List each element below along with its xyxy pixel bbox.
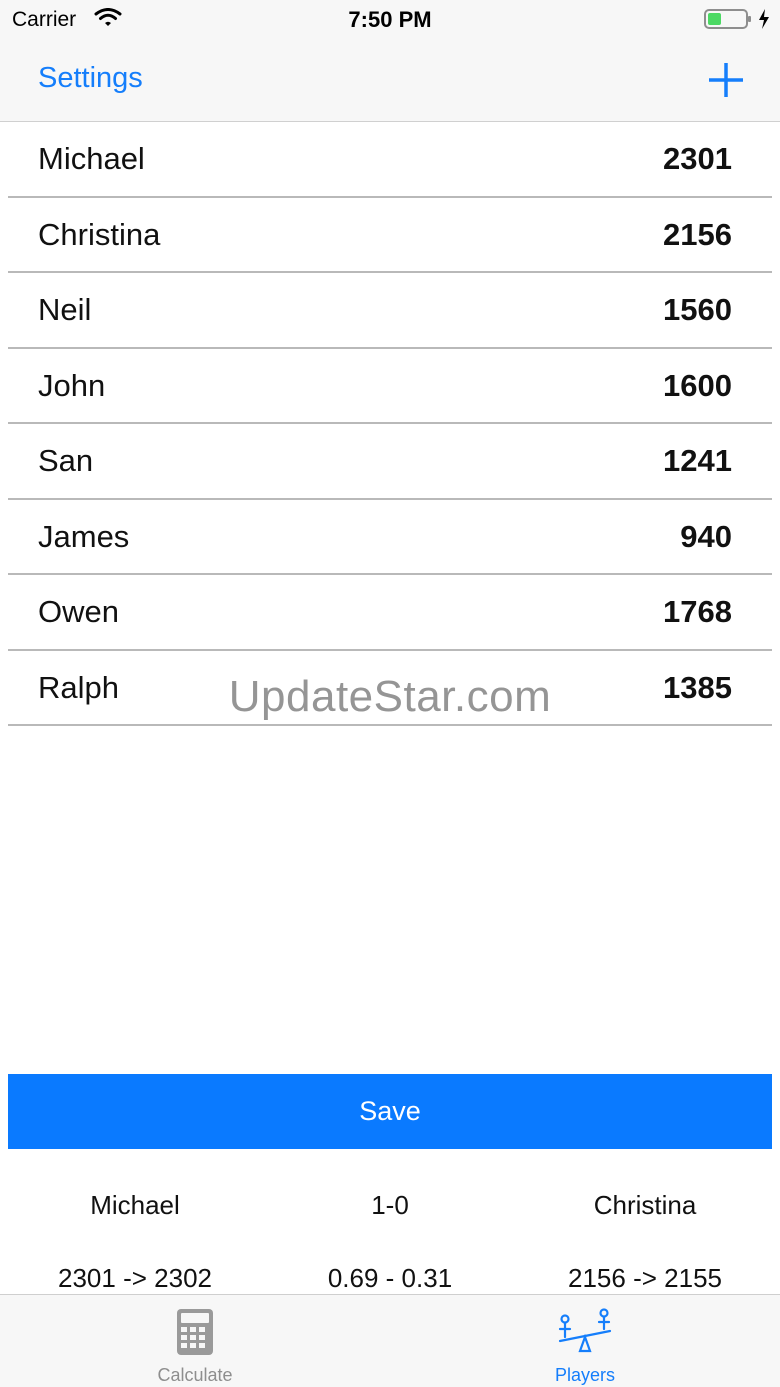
- expected-score: 0.69 - 0.31: [327, 1263, 453, 1293]
- charging-bolt-icon: [759, 9, 769, 29]
- settings-button[interactable]: Settings: [38, 62, 143, 95]
- player-rating: 1241: [663, 443, 732, 478]
- player-name: John: [38, 367, 106, 403]
- player-name: James: [38, 518, 130, 554]
- player-row[interactable]: James 940: [8, 500, 772, 575]
- player-row[interactable]: San 1241: [8, 424, 772, 500]
- result-score: 1-0: [371, 1190, 409, 1220]
- status-time: 7:50 PM: [348, 7, 432, 32]
- player-rating: 940: [680, 518, 732, 554]
- plus-icon[interactable]: [706, 60, 746, 100]
- tab-bar: Calculate Players: [0, 1294, 780, 1387]
- player-list: Michael 2301 Christina 2156 Neil 1560 Jo…: [8, 122, 772, 726]
- tab-calculate[interactable]: Calculate: [0, 1295, 390, 1387]
- player-row[interactable]: Owen 1768: [8, 575, 772, 651]
- tab-players[interactable]: Players: [390, 1295, 780, 1387]
- player-row[interactable]: John 1600: [8, 349, 772, 424]
- navigation-bar: Settings: [0, 40, 780, 122]
- player-name: San: [38, 443, 94, 478]
- player-row[interactable]: Neil 1560: [8, 273, 772, 349]
- result-player-a: Michael: [90, 1190, 180, 1220]
- result-player-b: Christina: [593, 1190, 697, 1220]
- player-rating: 1560: [663, 292, 732, 327]
- save-button[interactable]: Save: [8, 1074, 772, 1149]
- player-row[interactable]: Michael 2301: [8, 122, 772, 198]
- rating-change-b: 2156 -> 2155: [568, 1263, 722, 1293]
- calculator-icon: [177, 1309, 213, 1355]
- tab-label: Calculate: [157, 1365, 233, 1385]
- player-name: Michael: [38, 141, 145, 176]
- battery-icon: [704, 9, 751, 29]
- tab-label: Players: [554, 1365, 616, 1385]
- player-rating: 1600: [663, 367, 732, 403]
- player-name: Owen: [38, 594, 119, 629]
- seesaw-icon: [558, 1308, 612, 1353]
- player-name: Neil: [38, 292, 92, 327]
- player-rating: 2301: [663, 141, 732, 176]
- player-rating: 1768: [663, 594, 732, 629]
- watermark: UpdateStar.com: [228, 672, 552, 721]
- player-name: Christina: [38, 216, 161, 252]
- player-row[interactable]: Christina 2156: [8, 198, 772, 273]
- rating-change-a: 2301 -> 2302: [58, 1263, 212, 1293]
- player-rating: 2156: [663, 216, 732, 252]
- status-bar: Carrier 7:50 PM: [0, 0, 780, 40]
